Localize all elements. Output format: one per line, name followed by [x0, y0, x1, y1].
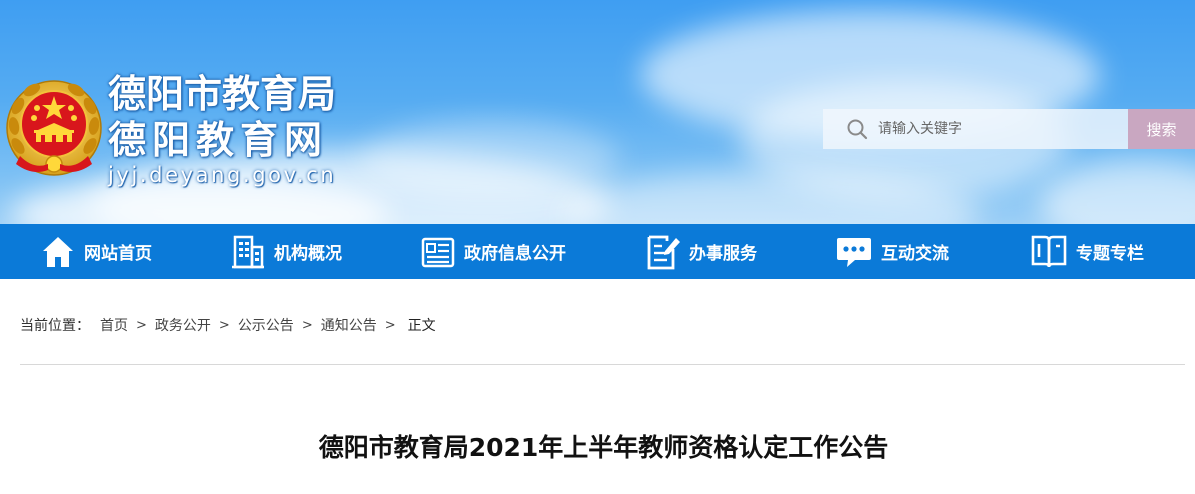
edit-document-icon — [647, 235, 680, 269]
search-icon — [847, 119, 868, 140]
nav-item-home[interactable]: 网站首页 — [40, 224, 152, 279]
cloud-decoration — [1040, 160, 1195, 224]
national-emblem-icon — [6, 80, 102, 176]
article-title: 德阳市教育局2021年上半年教师资格认定工作公告 — [318, 433, 889, 462]
header-banner: 德阳市教育局 德阳教育网 jyj.deyang.gov.cn 搜索 — [0, 0, 1195, 224]
breadcrumb-current: 正文 — [407, 318, 436, 334]
chat-bubble-icon — [837, 237, 871, 267]
breadcrumb-separator: > — [384, 317, 396, 333]
site-title-primary: 德阳市教育局 — [108, 72, 337, 116]
nav-label: 机构概况 — [274, 244, 342, 264]
nav-item-gov-info[interactable]: 政府信息公开 — [420, 224, 566, 279]
nav-item-organization[interactable]: 机构概况 — [230, 224, 342, 279]
cloud-decoration — [360, 120, 620, 200]
nav-label: 办事服务 — [689, 244, 757, 264]
main-nav: 网站首页 机构概况 政府信息公开 办事服务 互动交流 专题专栏 — [0, 224, 1195, 279]
document-list-icon — [421, 237, 455, 267]
breadcrumb: 当前位置： 首页 > 政务公开 > 公示公告 > 通知公告 > 正文 — [20, 315, 436, 335]
search-button[interactable]: 搜索 — [1128, 109, 1195, 149]
breadcrumb-separator: > — [218, 317, 230, 333]
breadcrumb-separator: > — [136, 317, 147, 333]
content-divider — [20, 364, 1185, 365]
nav-label: 网站首页 — [84, 244, 152, 264]
nav-item-interaction[interactable]: 互动交流 — [835, 224, 949, 279]
search-box — [823, 109, 1128, 149]
nav-label: 政府信息公开 — [464, 244, 566, 264]
nav-label: 专题专栏 — [1076, 244, 1144, 264]
breadcrumb-link-gov-affairs[interactable]: 政务公开 — [155, 315, 211, 335]
building-icon — [232, 235, 264, 268]
breadcrumb-link-notifications[interactable]: 通知公告 — [321, 315, 377, 335]
breadcrumb-prefix: 当前位置： — [20, 318, 90, 334]
nav-item-services[interactable]: 办事服务 — [645, 224, 757, 279]
search-input[interactable] — [878, 121, 1118, 137]
nav-item-special-topics[interactable]: 专题专栏 — [1030, 224, 1144, 279]
site-domain: jyj.deyang.gov.cn — [108, 163, 337, 187]
breadcrumb-link-public-notices[interactable]: 公示公告 — [238, 315, 294, 335]
site-title-secondary: 德阳教育网 — [108, 118, 329, 162]
breadcrumb-link-home[interactable]: 首页 — [100, 315, 128, 335]
nav-label: 互动交流 — [881, 244, 949, 264]
book-icon — [1031, 235, 1067, 267]
home-icon — [43, 236, 73, 267]
breadcrumb-separator: > — [301, 317, 313, 333]
